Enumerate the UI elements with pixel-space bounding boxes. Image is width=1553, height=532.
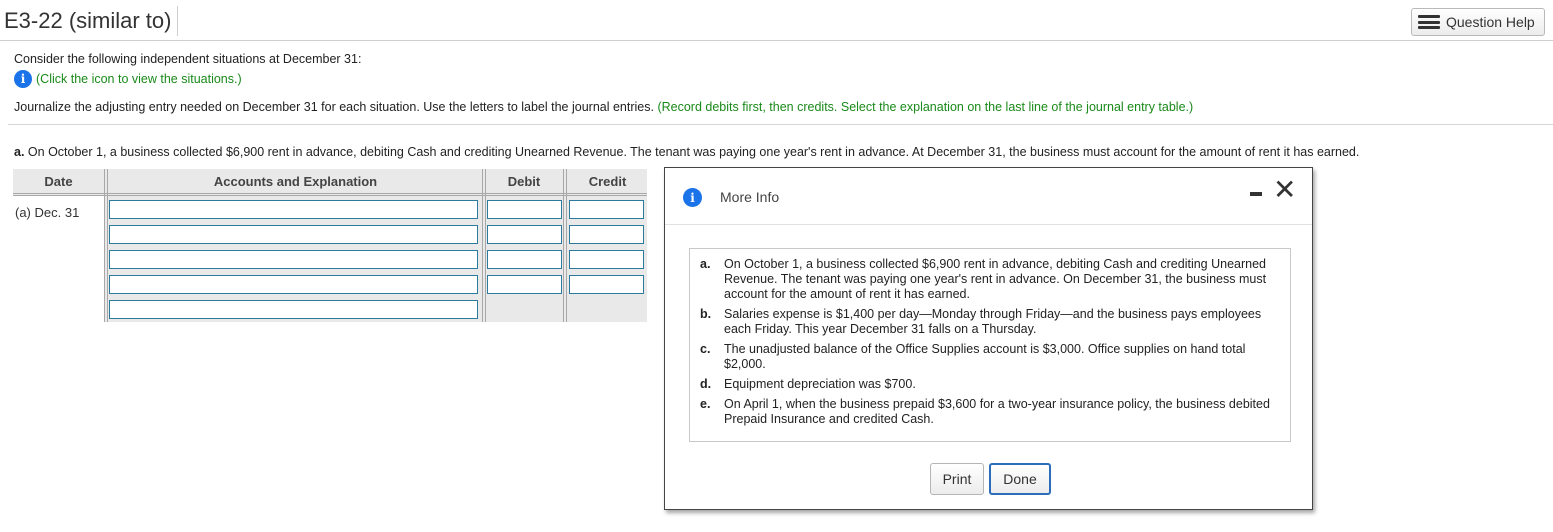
explanation-input[interactable] <box>109 300 478 319</box>
column-divider <box>104 169 108 322</box>
list-item: a. On October 1, a business collected $6… <box>698 257 1280 302</box>
item-text: On April 1, when the business prepaid $3… <box>724 397 1270 426</box>
column-header-accounts: Accounts and Explanation <box>108 169 483 194</box>
divider <box>8 124 1553 125</box>
list-item: e. On April 1, when the business prepaid… <box>698 397 1280 427</box>
question-help-button[interactable]: Question Help <box>1411 8 1545 36</box>
account-input-row-1[interactable] <box>109 200 478 219</box>
item-letter: b. <box>700 307 712 321</box>
date-cell: (a) Dec. 31 <box>13 195 104 322</box>
info-icon: i <box>683 188 702 207</box>
column-header-credit: Credit <box>568 169 647 194</box>
header-divider <box>13 193 647 196</box>
item-letter: d. <box>700 377 712 391</box>
print-button[interactable]: Print <box>930 463 984 495</box>
exercise-title: E3-22 (similar to) <box>4 6 179 36</box>
minimize-icon[interactable] <box>1250 192 1262 196</box>
credit-input-row-1[interactable] <box>569 200 644 219</box>
credit-input-row-2[interactable] <box>569 225 644 244</box>
debit-input-row-2[interactable] <box>487 225 562 244</box>
item-text: Salaries expense is $1,400 per day—Monda… <box>724 307 1262 336</box>
item-text: Equipment depreciation was $700. <box>724 377 916 391</box>
info-link-text: (Click the icon to view the situations.) <box>36 72 242 86</box>
question-intro: Consider the following independent situa… <box>14 52 362 66</box>
date-label: (a) Dec. 31 <box>15 205 80 220</box>
column-header-debit: Debit <box>487 169 561 194</box>
situation-text: On October 1, a business collected $6,90… <box>27 145 1360 159</box>
account-input-row-4[interactable] <box>109 275 478 294</box>
top-bar: E3-22 (similar to) Question Help <box>0 2 1553 41</box>
credit-input-row-4[interactable] <box>569 275 644 294</box>
situations-list: a. On October 1, a business collected $6… <box>689 248 1291 442</box>
debit-input-row-3[interactable] <box>487 250 562 269</box>
journal-entry-table: Date Accounts and Explanation Debit Cred… <box>13 169 647 322</box>
situation-letter: a. <box>14 145 25 159</box>
instruction-text: Journalize the adjusting entry needed on… <box>14 100 654 114</box>
debit-input-row-1[interactable] <box>487 200 562 219</box>
list-icon <box>1418 15 1440 29</box>
done-button[interactable]: Done <box>989 463 1051 495</box>
list-item: c. The unadjusted balance of the Office … <box>698 342 1280 372</box>
question-help-label: Question Help <box>1446 14 1535 30</box>
info-icon[interactable]: i <box>14 70 32 88</box>
column-divider <box>482 169 486 322</box>
situation-a: a. On October 1, a business collected $6… <box>14 145 1359 159</box>
column-header-date: Date <box>13 169 104 194</box>
debit-input-row-4[interactable] <box>487 275 562 294</box>
account-input-row-2[interactable] <box>109 225 478 244</box>
close-icon[interactable]: ✕ <box>1273 176 1296 204</box>
item-letter: e. <box>700 397 711 411</box>
credit-input-row-3[interactable] <box>569 250 644 269</box>
dialog-title: More Info <box>720 189 780 205</box>
more-info-dialog: i More Info ✕ a. On October 1, a busines… <box>664 167 1313 510</box>
item-text: The unadjusted balance of the Office Sup… <box>724 342 1246 371</box>
dialog-header: i More Info ✕ <box>665 168 1312 225</box>
item-letter: a. <box>700 257 711 271</box>
instruction-note: (Record debits first, then credits. Sele… <box>657 100 1194 114</box>
instruction: Journalize the adjusting entry needed on… <box>14 100 1193 114</box>
situations-info-link[interactable]: i (Click the icon to view the situations… <box>14 70 242 88</box>
item-text: On October 1, a business collected $6,90… <box>724 257 1267 301</box>
list-item: b. Salaries expense is $1,400 per day—Mo… <box>698 307 1280 337</box>
list-item: d. Equipment depreciation was $700. <box>698 377 1280 392</box>
account-input-row-3[interactable] <box>109 250 478 269</box>
item-letter: c. <box>700 342 711 356</box>
column-divider <box>563 169 567 322</box>
